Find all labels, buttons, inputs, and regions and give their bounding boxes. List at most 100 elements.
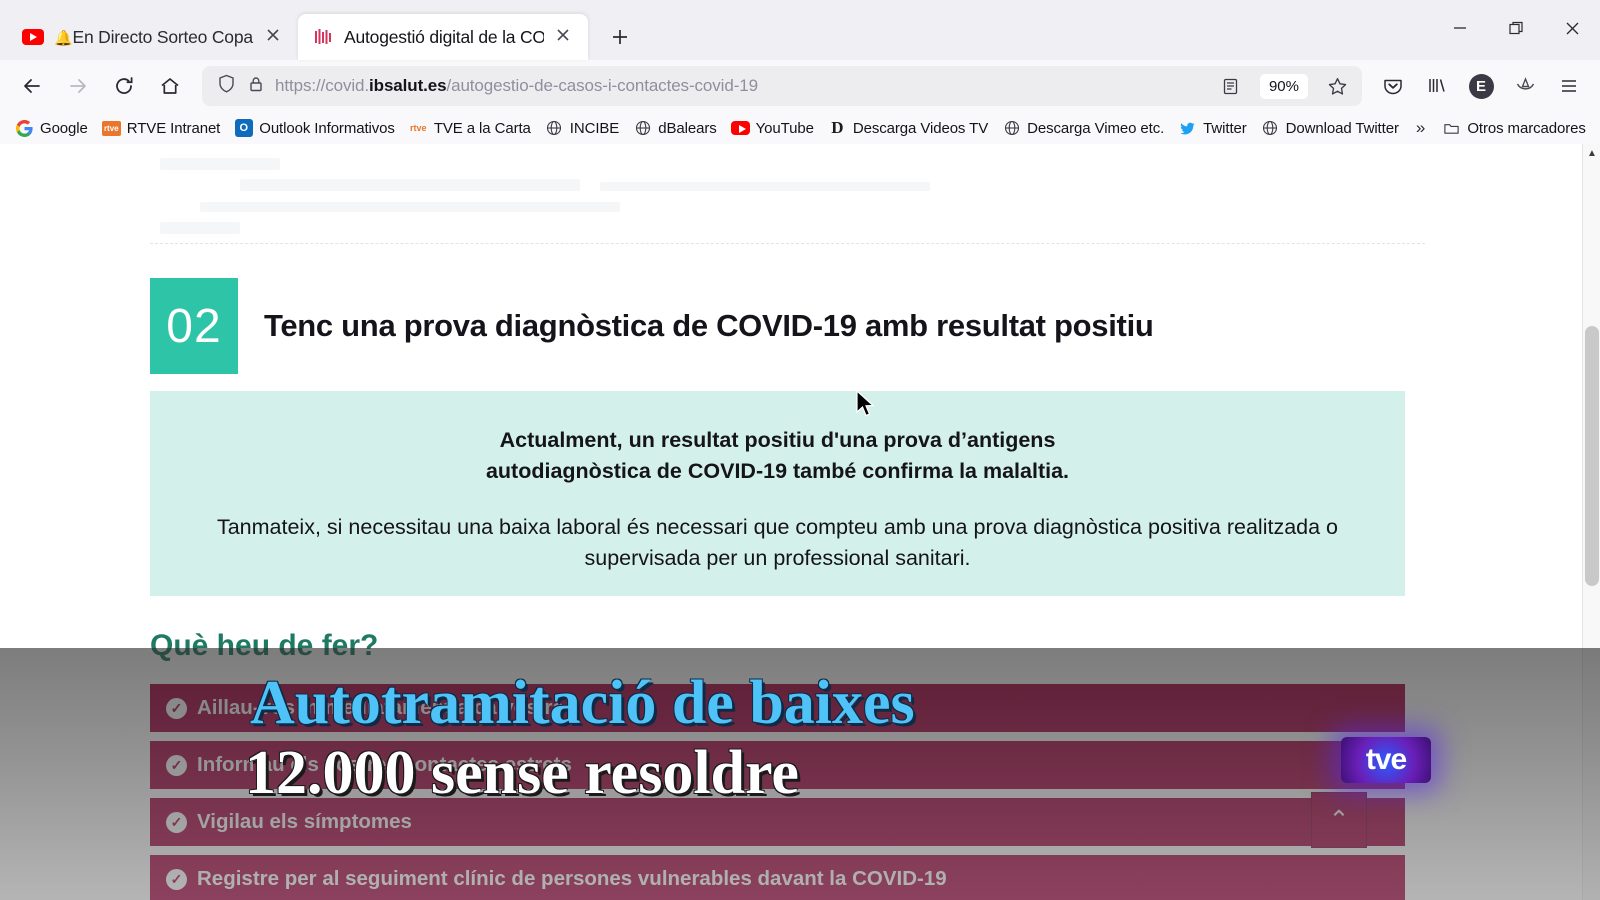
twitter-icon bbox=[1178, 119, 1197, 138]
bookmark-twitter[interactable]: Twitter bbox=[1171, 116, 1253, 141]
bookmark-rtve-intranet[interactable]: rtve RTVE Intranet bbox=[95, 116, 227, 141]
info-bold-paragraph: Actualment, un resultat positiu d'una pr… bbox=[190, 425, 1365, 486]
tab-youtube-label: En Directo Sorteo Copa de bbox=[72, 26, 254, 47]
section-heading: 02 Tenc una prova diagnòstica de COVID-1… bbox=[150, 278, 1154, 374]
broadcast-headline-line-1: Autotramitació de baixes bbox=[250, 669, 915, 737]
globe-icon bbox=[1261, 119, 1280, 138]
scrollbar-thumb[interactable] bbox=[1585, 326, 1599, 586]
section-divider bbox=[150, 243, 1425, 244]
youtube-icon bbox=[22, 26, 44, 48]
bookmark-label: INCIBE bbox=[569, 119, 620, 137]
url-path: /autogestio-de-casos-i-contactes-covid-1… bbox=[446, 76, 758, 95]
page-content: 02 Tenc una prova diagnòstica de COVID-1… bbox=[0, 144, 1600, 900]
bookmark-label: Descarga Vimeo etc. bbox=[1027, 119, 1165, 137]
google-icon bbox=[15, 119, 34, 138]
letter-d-icon: D bbox=[831, 118, 844, 137]
ibsalut-icon bbox=[312, 26, 334, 48]
youtube-icon bbox=[730, 119, 750, 138]
close-icon[interactable] bbox=[554, 26, 576, 48]
bookmark-label: Outlook Informativos bbox=[259, 119, 395, 137]
mouse-cursor bbox=[856, 390, 875, 417]
subheading-que-heu-de-fer: Què heu de fer? bbox=[150, 629, 379, 662]
url-domain: ibsalut.es bbox=[369, 76, 447, 95]
minimize-button[interactable] bbox=[1432, 0, 1488, 56]
check-circle-icon: ✓ bbox=[166, 868, 187, 890]
info-normal-line-2: supervisada per un professional sanitari… bbox=[584, 545, 971, 570]
account-avatar[interactable]: E bbox=[1460, 66, 1502, 106]
bookmark-download-twitter[interactable]: Download Twitter bbox=[1254, 116, 1406, 141]
browser-window: 🔔En Directo Sorteo Copa de Autogestió di… bbox=[0, 0, 1600, 900]
bookmark-label: RTVE Intranet bbox=[126, 119, 221, 137]
bookmark-google[interactable]: Google bbox=[8, 116, 95, 141]
bookmarks-overflow-chevron[interactable]: » bbox=[1406, 118, 1435, 138]
bookmark-label: dBalears bbox=[658, 119, 717, 137]
action-item-registre[interactable]: ✓ Registre per al seguiment clínic de pe… bbox=[150, 855, 1405, 900]
bookmark-youtube[interactable]: YouTube bbox=[724, 116, 821, 141]
pocket-icon[interactable] bbox=[1372, 66, 1414, 106]
info-bold-line-2: autodiagnòstica de COVID-19 també confir… bbox=[485, 458, 1070, 483]
padlock-icon[interactable] bbox=[247, 75, 265, 98]
back-button[interactable] bbox=[10, 66, 54, 106]
check-circle-icon: ✓ bbox=[166, 697, 187, 719]
address-bar[interactable]: https://covid.ibsalut.es/autogestio-de-c… bbox=[202, 66, 1362, 106]
tab-youtube[interactable]: 🔔En Directo Sorteo Copa de bbox=[8, 14, 298, 60]
outlook-icon: O bbox=[234, 119, 253, 138]
bookmark-dbalears[interactable]: dBalears bbox=[626, 116, 723, 141]
scroll-to-top-button[interactable]: ⌃ bbox=[1311, 792, 1367, 848]
new-tab-button[interactable] bbox=[600, 17, 640, 57]
bookmark-outlook-informativos[interactable]: O Outlook Informativos bbox=[227, 116, 402, 141]
bookmark-incibe[interactable]: INCIBE bbox=[538, 116, 626, 141]
reload-button[interactable] bbox=[102, 66, 146, 106]
bookmark-label: Google bbox=[40, 119, 88, 137]
bookmark-label: Download Twitter bbox=[1285, 119, 1399, 137]
app-menu-icon[interactable] bbox=[1548, 66, 1590, 106]
bookmark-label: Otros marcadores bbox=[1467, 119, 1586, 137]
bookmark-descarga-vimeo[interactable]: Descarga Vimeo etc. bbox=[995, 116, 1171, 141]
check-circle-icon: ✓ bbox=[166, 811, 187, 833]
info-bold-line-1: Actualment, un resultat positiu d'una pr… bbox=[499, 428, 1056, 452]
folder-icon bbox=[1442, 119, 1461, 138]
close-icon[interactable] bbox=[264, 26, 286, 48]
bookmark-folder-otros-marcadores[interactable]: Otros marcadores bbox=[1435, 116, 1592, 141]
tve-channel-logo: tve bbox=[1341, 737, 1431, 783]
bell-icon: 🔔 bbox=[54, 29, 73, 47]
bookmark-label: TVE a la Carta bbox=[433, 119, 531, 137]
reader-view-icon[interactable] bbox=[1214, 70, 1248, 102]
bookmark-label: Twitter bbox=[1203, 119, 1247, 137]
forward-button[interactable] bbox=[56, 66, 100, 106]
shield-icon[interactable] bbox=[216, 73, 237, 99]
bookmark-star-icon[interactable] bbox=[1320, 70, 1354, 102]
check-circle-icon: ✓ bbox=[166, 754, 187, 776]
bookmark-tve-a-la-carta[interactable]: rtve TVE a la Carta bbox=[402, 116, 538, 141]
container-tabs-icon[interactable] bbox=[1504, 66, 1546, 106]
bookmarks-bar: Google rtve RTVE Intranet O Outlook Info… bbox=[0, 112, 1600, 144]
bookmark-descarga-videos-tv[interactable]: D Descarga Videos TV bbox=[821, 116, 995, 141]
info-normal-line-1: Tanmateix, si necessitau una baixa labor… bbox=[216, 515, 1339, 540]
zoom-level-indicator[interactable]: 90% bbox=[1259, 73, 1308, 99]
tab-ibsalut-label: Autogestió digital de la COVID- bbox=[344, 26, 544, 47]
url-text: https://covid.ibsalut.es/autogestio-de-c… bbox=[275, 76, 1204, 96]
rtve-icon: rtve bbox=[101, 119, 121, 138]
restore-button[interactable] bbox=[1488, 0, 1544, 56]
action-item-label: Registre per al seguiment clínic de pers… bbox=[197, 867, 947, 890]
ghost-content bbox=[0, 144, 1584, 244]
close-button[interactable] bbox=[1544, 0, 1600, 56]
section-number-badge: 02 bbox=[150, 278, 238, 374]
scrollbar-up-arrow[interactable]: ▲ bbox=[1583, 144, 1600, 162]
navigation-toolbar: https://covid.ibsalut.es/autogestio-de-c… bbox=[0, 60, 1600, 112]
url-scheme: https://covid. bbox=[275, 76, 370, 95]
info-normal-paragraph: Tanmateix, si necessitau una baixa labor… bbox=[190, 512, 1365, 574]
globe-icon bbox=[1002, 119, 1021, 138]
tab-title: 🔔En Directo Sorteo Copa de bbox=[54, 27, 254, 48]
home-button[interactable] bbox=[148, 66, 192, 106]
library-icon[interactable] bbox=[1416, 66, 1458, 106]
info-callout-box: Actualment, un resultat positiu d'una pr… bbox=[150, 391, 1405, 596]
avatar: E bbox=[1468, 73, 1494, 99]
tab-strip: 🔔En Directo Sorteo Copa de Autogestió di… bbox=[0, 0, 1600, 60]
window-controls bbox=[1432, 0, 1600, 56]
action-item-label: Vigilau els símptomes bbox=[197, 810, 412, 833]
tab-ibsalut[interactable]: Autogestió digital de la COVID- bbox=[298, 14, 588, 60]
page-scrollbar[interactable]: ▲ bbox=[1582, 144, 1600, 900]
globe-icon bbox=[545, 119, 564, 138]
page-title: Tenc una prova diagnòstica de COVID-19 a… bbox=[264, 308, 1154, 343]
